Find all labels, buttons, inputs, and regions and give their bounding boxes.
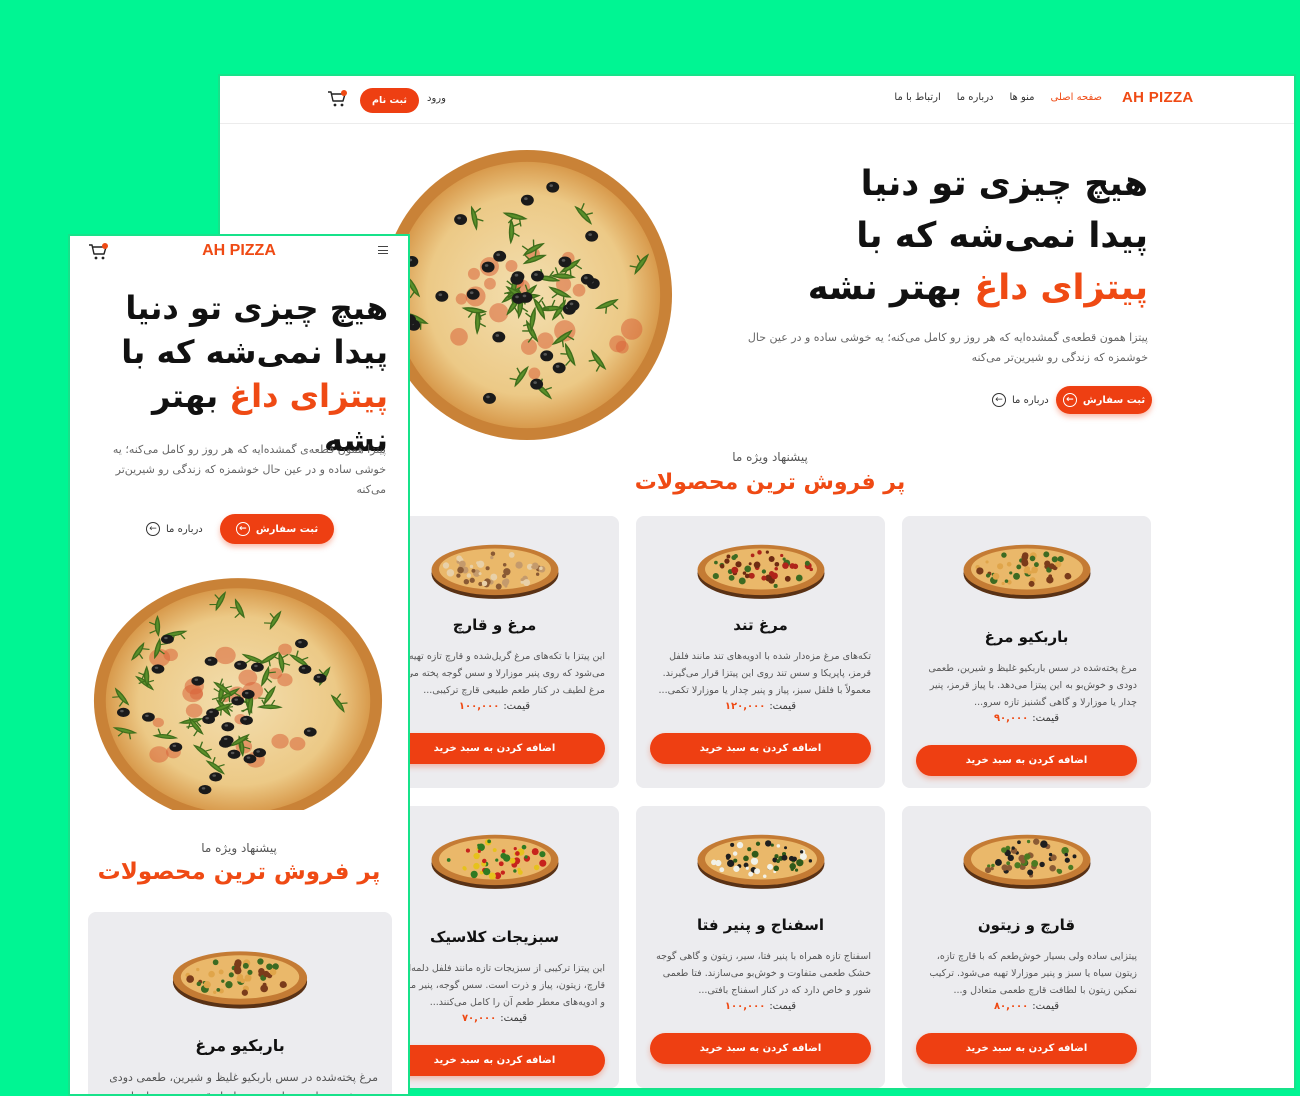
order-button[interactable]: ثبت سفارش ← [1056, 386, 1152, 414]
login-link[interactable]: ورود [427, 93, 446, 104]
arrow-left-icon: ← [1062, 393, 1077, 407]
about-button[interactable]: درباره ما ← [146, 519, 203, 539]
add-to-cart-button[interactable]: اضافه کردن به سبد خرید [384, 733, 605, 764]
product-name: باربکیو مرغ [984, 628, 1069, 646]
product-pizza-image [697, 544, 824, 599]
product-price-value: ۹۰,۰۰۰ [993, 713, 1029, 724]
mobile-view: AH PIZZA هیچ چیزی تو دنیا پیدا نمی‌شه که… [68, 234, 410, 1096]
nav-item-home[interactable]: صفحه اصلی [1051, 92, 1102, 103]
about-button[interactable]: درباره ما ← [992, 390, 1049, 410]
product-pizza-image [697, 834, 824, 889]
hero-description: پیتزا همون قطعه‌ی گمشده‌ایه که هر روز رو… [747, 331, 1148, 364]
nav-item-contact[interactable]: ارتباط با ما [894, 92, 940, 103]
hero-pizza-image [93, 578, 383, 810]
product-pizza-image [963, 544, 1090, 599]
product-card: قارچ و زیتون پیتزایی ساده ولی بسیار خوش‌… [902, 806, 1151, 1088]
cart-icon[interactable] [327, 90, 347, 108]
product-name: باربکیو مرغ [195, 1036, 285, 1055]
hero-title: هیچ چیزی تو دنیا پیدا نمی‌شه که با پیتزا… [807, 164, 1148, 308]
product-pizza-image [431, 544, 558, 599]
main-menu: صفحه اصلی منو ها درباره ما ارتباط با ما [894, 92, 1102, 103]
product-price-value: ۷۰,۰۰۰ [461, 1013, 497, 1024]
arrow-left-icon: ← [146, 522, 160, 536]
product-card: مرغ تند تکه‌های مرغ مزه‌دار شده با ادویه… [636, 516, 885, 788]
section-subtitle: پیشنهاد ویژه ما [201, 841, 277, 855]
product-price-value: ۱۲۰,۰۰۰ [724, 701, 766, 712]
top-navbar: AH PIZZA صفحه اصلی منو ها درباره ما ارتب… [220, 76, 1294, 124]
product-price: قیمت:۹۰,۰۰۰ [993, 713, 1060, 724]
product-description: مرغ پخته‌شده در سس باربکیو غلیظ و شیرین،… [109, 1071, 378, 1094]
product-description: این پیتزا با تکه‌های مرغ گریل‌شده و قارچ… [385, 651, 605, 696]
nav-item-menu[interactable]: منو ها [1009, 92, 1034, 103]
product-name: مرغ تند [733, 616, 788, 634]
add-to-cart-button[interactable]: اضافه کردن به سبد خرید [916, 745, 1137, 776]
product-description: مرغ پخته‌شده در سس باربکیو غلیظ و شیرین،… [928, 663, 1137, 708]
add-to-cart-button[interactable]: اضافه کردن به سبد خرید [650, 1033, 871, 1064]
add-to-cart-button[interactable]: اضافه کردن به سبد خرید [384, 1045, 605, 1076]
hamburger-menu-icon[interactable] [378, 246, 388, 254]
arrow-left-icon: ← [235, 522, 250, 536]
signup-button[interactable]: ثبت نام [360, 88, 419, 113]
arrow-left-icon: ← [992, 393, 1006, 407]
brand-logo[interactable]: AH PIZZA [1122, 89, 1194, 106]
hero-title-accent: پیتزای داغ [974, 268, 1148, 308]
order-button[interactable]: ثبت سفارش ← [220, 514, 334, 544]
product-pizza-image [963, 834, 1090, 889]
product-description: تکه‌های مرغ مزه‌دار شده با ادویه‌های تند… [658, 651, 871, 696]
product-pizza-image [431, 834, 558, 889]
hero-title: هیچ چیزی تو دنیا پیدا نمی‌شه که با پیتزا… [121, 289, 388, 459]
product-price: قیمت:۸۰,۰۰۰ [993, 1001, 1060, 1012]
hero-pizza-image [381, 149, 673, 441]
product-card: اسفناج و پنیر فتا اسفناج تازه همراه با پ… [636, 806, 885, 1088]
nav-item-about[interactable]: درباره ما [957, 92, 994, 103]
product-description: اسفناج تازه همراه با پنیر فتا، سیر، زیتو… [656, 951, 871, 996]
brand-logo[interactable]: AH PIZZA [70, 242, 408, 260]
product-card: باربکیو مرغ مرغ پخته‌شده در سس باربکیو غ… [902, 516, 1151, 788]
product-name: اسفناج و پنیر فتا [696, 916, 825, 934]
product-price: قیمت:۱۰۰,۰۰۰ [724, 1001, 797, 1012]
section-title: پر فروش ترین محصولات [97, 859, 381, 885]
product-card: باربکیو مرغ مرغ پخته‌شده در سس باربکیو غ… [88, 912, 392, 1094]
product-price-value: ۱۰۰,۰۰۰ [724, 1001, 766, 1012]
product-price-value: ۱۰۰,۰۰۰ [458, 701, 500, 712]
product-name: قارچ و زیتون [977, 916, 1076, 934]
product-description: پیتزایی ساده ولی بسیار خوش‌طعم که با قار… [929, 951, 1137, 996]
product-price: قیمت:۱۲۰,۰۰۰ [724, 701, 797, 712]
product-description: این پیتزا ترکیبی از سبزیجات تازه مانند ف… [388, 963, 605, 1008]
add-to-cart-button[interactable]: اضافه کردن به سبد خرید [916, 1033, 1137, 1064]
hero-description: پیتزا همون قطعه‌ی گمشده‌ایه که هر روز رو… [112, 443, 386, 496]
product-pizza-image [172, 951, 308, 1009]
add-to-cart-button[interactable]: اضافه کردن به سبد خرید [650, 733, 871, 764]
product-price-value: ۸۰,۰۰۰ [993, 1001, 1029, 1012]
hero-title-accent: پیتزای داغ [229, 377, 388, 415]
